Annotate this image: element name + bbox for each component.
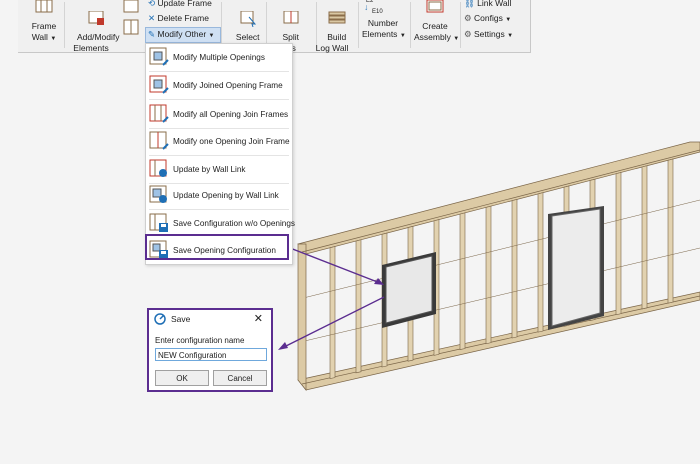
menu-divider (149, 99, 289, 100)
cancel-button[interactable]: Cancel (213, 370, 267, 386)
wall-blocking (305, 247, 700, 341)
wall-link-update-icon (149, 159, 167, 177)
menu-item-update-opening-by-wall-link[interactable]: Update Opening by Wall Link (146, 182, 292, 208)
menu-item-save-configuration-without-openings[interactable]: Save Configuration w/o Openings (146, 210, 295, 236)
menu-item-label: Modify all Opening Join Frames (173, 109, 289, 119)
dialog-title: Save (171, 314, 191, 324)
menu-item-label: Modify Multiple Openings (173, 52, 265, 62)
menu-item-label: Modify one Opening Join Frame (173, 136, 290, 146)
wall-stud (459, 212, 466, 350)
opening-link-update-icon (149, 185, 167, 203)
menu-item-label: Update by Wall Link (173, 164, 246, 174)
joined-frame-icon (149, 75, 169, 94)
configuration-name-label: Enter configuration name (155, 336, 245, 345)
save-dialog: Save ✕ Enter configuration name NEW Conf… (147, 308, 273, 392)
wall-stud (355, 239, 362, 374)
wall-stud (667, 158, 674, 304)
modify-other-menu: Modify Multiple Openings Modify Joined O… (145, 43, 295, 265)
menu-item-modify-one-opening-join-frame[interactable]: Modify one Opening Join Frame (146, 128, 292, 154)
menu-item-update-by-wall-link[interactable]: Update by Wall Link (146, 156, 292, 182)
all-join-frames-icon (149, 104, 169, 123)
menu-item-modify-multiple-openings[interactable]: Modify Multiple Openings (146, 44, 292, 70)
wall-frame-illustration (278, 141, 700, 391)
menu-item-modify-joined-opening-frame[interactable]: Modify Joined Opening Frame (146, 72, 292, 98)
wall-stud (537, 192, 544, 333)
ok-button[interactable]: OK (155, 370, 209, 386)
wall-blocking (305, 199, 700, 298)
highlight-save-opening-configuration (145, 234, 289, 260)
configuration-name-input[interactable]: NEW Configuration (155, 348, 267, 361)
menu-item-label: Save Configuration w/o Openings (173, 218, 295, 228)
save-config-icon (149, 213, 168, 232)
modify-openings-icon (149, 47, 169, 66)
wall-stud (615, 172, 622, 316)
wall-stud (641, 165, 648, 310)
wall-stud (329, 246, 336, 380)
app-logo-icon (154, 313, 166, 325)
menu-item-label: Modify Joined Opening Frame (173, 80, 283, 90)
one-join-frame-icon (149, 131, 169, 150)
menu-item-modify-all-opening-join-frames[interactable]: Modify all Opening Join Frames (146, 101, 292, 127)
menu-item-label: Update Opening by Wall Link (173, 190, 279, 200)
close-icon[interactable]: ✕ (254, 312, 263, 325)
wall-stud (511, 198, 518, 339)
wall-stud (485, 205, 492, 345)
